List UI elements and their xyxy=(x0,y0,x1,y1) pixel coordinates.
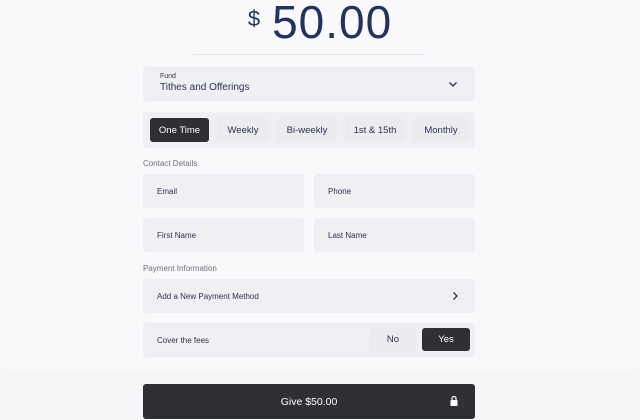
cover-fees-no-label: No xyxy=(386,334,400,345)
frequency-option-label: Bi-weekly xyxy=(286,124,328,136)
add-payment-method-button[interactable]: Add a New Payment Method xyxy=(143,279,475,313)
frequency-option-weekly[interactable]: Weekly xyxy=(217,118,269,142)
contact-details-heading: Contact Details xyxy=(143,159,198,168)
payment-information-heading: Payment Information xyxy=(143,264,217,273)
frequency-option-1st-15th[interactable]: 1st & 15th xyxy=(345,118,405,142)
last-name-placeholder: Last Name xyxy=(328,231,367,240)
last-name-field[interactable]: Last Name xyxy=(314,218,475,252)
donation-card: $ 50.00 Fund Tithes and Offerings One Ti… xyxy=(0,0,640,372)
cover-fees-yes-button[interactable]: Yes xyxy=(422,328,470,351)
currency-symbol: $ xyxy=(247,6,261,31)
cover-fees-row: Cover the fees No Yes xyxy=(143,323,475,357)
amount-value: 50.00 xyxy=(272,0,393,48)
phone-field[interactable]: Phone xyxy=(314,174,475,208)
phone-placeholder: Phone xyxy=(328,187,352,196)
give-button-label: Give $50.00 xyxy=(280,395,338,408)
fund-select[interactable]: Fund Tithes and Offerings xyxy=(143,67,475,101)
fund-label: Fund xyxy=(160,73,176,80)
chevron-right-icon xyxy=(453,292,458,300)
email-field[interactable]: Email xyxy=(143,174,304,208)
fund-value: Tithes and Offerings xyxy=(160,82,250,93)
chevron-down-icon xyxy=(449,82,457,87)
lock-icon xyxy=(450,395,458,406)
frequency-selector: One Time Weekly Bi-weekly 1st & 15th Mon… xyxy=(143,112,475,148)
frequency-option-label: Weekly xyxy=(227,124,259,136)
email-placeholder: Email xyxy=(157,187,178,196)
cover-fees-yes-label: Yes xyxy=(438,334,454,345)
cover-fees-no-button[interactable]: No xyxy=(369,328,417,351)
frequency-option-label: Monthly xyxy=(424,124,458,136)
add-payment-method-label: Add a New Payment Method xyxy=(157,292,259,301)
frequency-option-monthly[interactable]: Monthly xyxy=(413,118,469,142)
frequency-option-label: One Time xyxy=(158,124,201,136)
give-button[interactable]: Give $50.00 xyxy=(143,384,475,419)
frequency-option-bi-weekly[interactable]: Bi-weekly xyxy=(277,118,337,142)
frequency-option-label: 1st & 15th xyxy=(353,124,397,136)
first-name-placeholder: First Name xyxy=(157,231,197,240)
first-name-field[interactable]: First Name xyxy=(143,218,304,252)
amount-display[interactable]: $ 50.00 xyxy=(0,0,640,52)
cover-fees-label: Cover the fees xyxy=(157,336,210,345)
amount-underline xyxy=(193,54,425,55)
frequency-option-one-time[interactable]: One Time xyxy=(150,118,209,142)
